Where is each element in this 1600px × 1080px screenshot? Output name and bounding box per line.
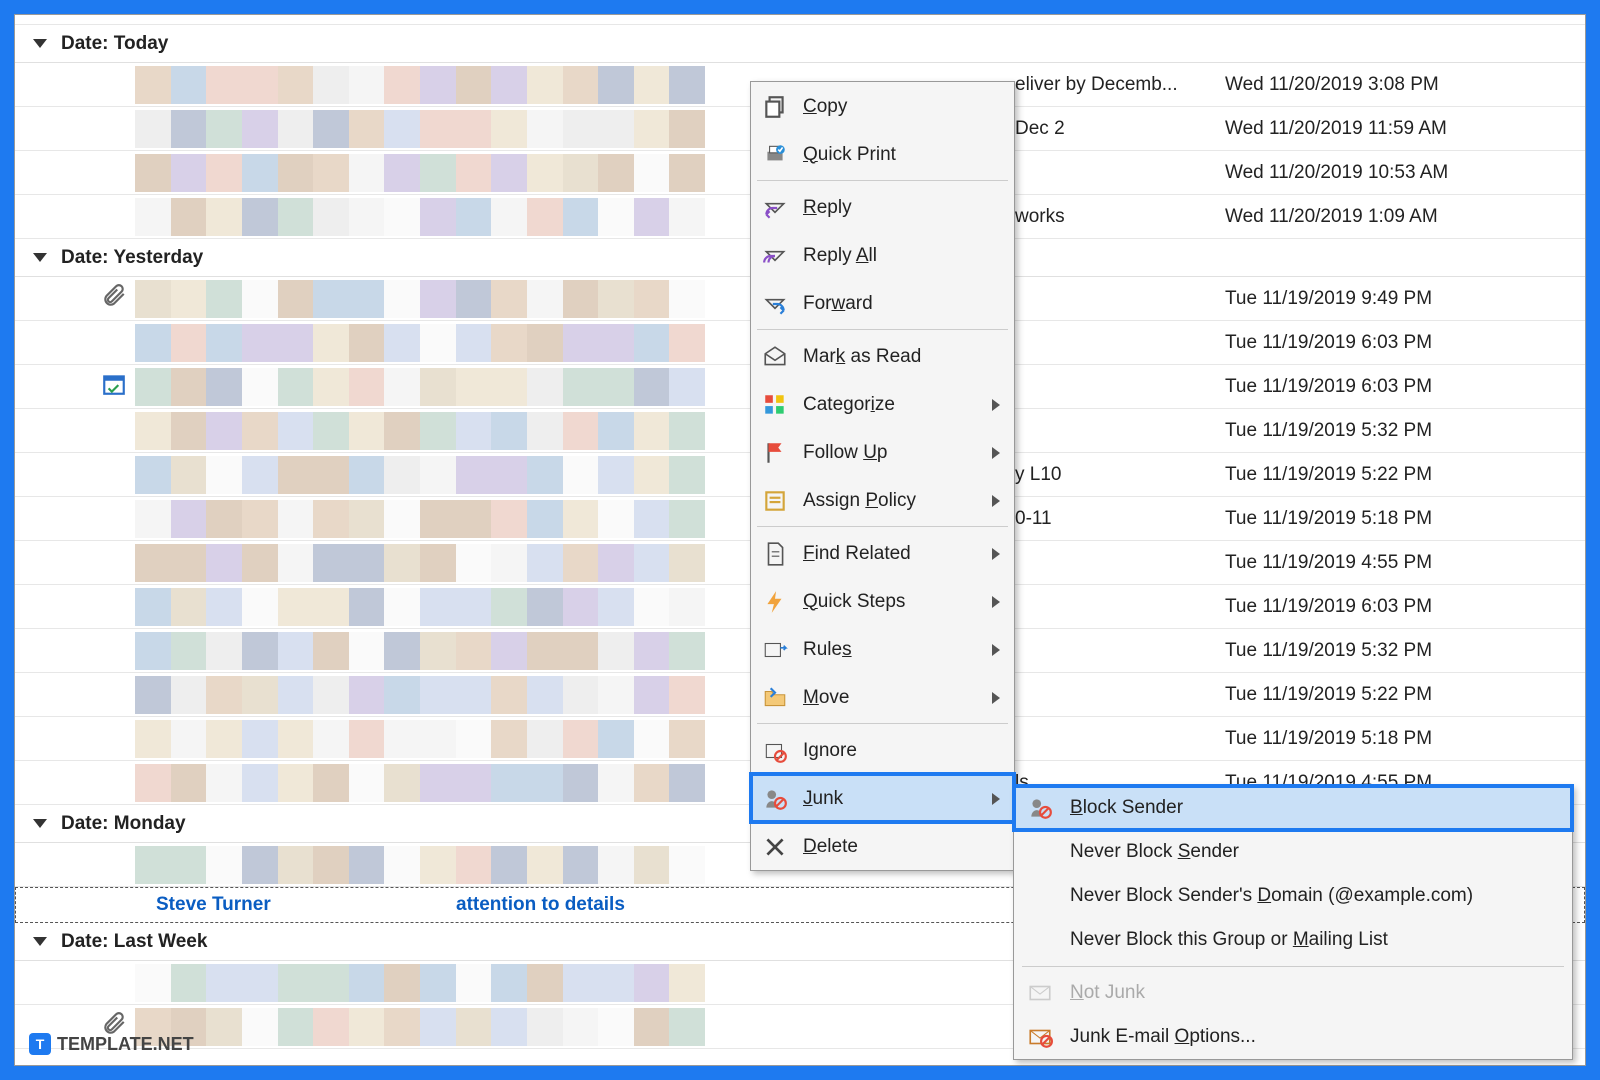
mail-subject: attention to details (456, 894, 625, 916)
mail-date: Tue 11/19/2019 5:22 PM (1225, 464, 1432, 486)
menu-forward[interactable]: Forward (751, 279, 1014, 327)
move-folder-icon (761, 684, 789, 712)
collapse-icon[interactable] (33, 819, 47, 828)
lightning-icon (761, 588, 789, 616)
categorize-icon (761, 391, 789, 419)
forward-icon (761, 290, 789, 318)
menu-assign-policy[interactable]: Assign Policy (751, 476, 1014, 524)
menu-categorize[interactable]: Categorize (751, 380, 1014, 428)
mail-date: Tue 11/19/2019 4:55 PM (1225, 552, 1432, 574)
junk-submenu: Block Sender Never Block Sender Never Bl… (1013, 785, 1573, 1060)
annotation-arrow (1145, 825, 1171, 851)
junk-options-icon (1026, 1023, 1054, 1051)
mail-subject: y L10 (1015, 464, 1061, 486)
ignore-icon (761, 737, 789, 765)
menu-junk[interactable]: Junk (751, 774, 1014, 822)
menu-quick-steps[interactable]: Quick Steps (751, 577, 1014, 625)
group-label: Date: Monday (61, 813, 186, 835)
mail-date: Wed 11/20/2019 3:08 PM (1225, 74, 1439, 96)
menu-reply[interactable]: Reply (751, 183, 1014, 231)
delete-icon (761, 833, 789, 861)
menu-reply-all[interactable]: Reply All (751, 231, 1014, 279)
menu-mark-read[interactable]: Mark as Read (751, 332, 1014, 380)
collapse-icon[interactable] (33, 39, 47, 48)
mail-date: Tue 11/19/2019 6:03 PM (1225, 376, 1432, 398)
menu-find-related[interactable]: Find Related (751, 529, 1014, 577)
menu-rules[interactable]: Rules (751, 625, 1014, 673)
mail-date: Tue 11/19/2019 6:03 PM (1225, 596, 1432, 618)
attachment-icon (101, 283, 127, 315)
mail-date: Tue 11/19/2019 5:18 PM (1225, 728, 1432, 750)
outlook-mail-list: Date: Today eliver by Decemb... Wed 11/20… (14, 14, 1586, 1066)
submenu-never-block-sender[interactable]: Never Block Sender (1014, 830, 1572, 874)
submenu-never-block-group[interactable]: Never Block this Group or Mailing List (1014, 918, 1572, 962)
watermark-text: TEMPLATE.NET (57, 1034, 194, 1055)
not-junk-icon (1026, 979, 1054, 1007)
collapse-icon[interactable] (33, 937, 47, 946)
mail-date: Tue 11/19/2019 6:03 PM (1225, 332, 1432, 354)
mail-subject: eliver by Decemb... (1015, 74, 1178, 96)
policy-icon (761, 487, 789, 515)
annotation-arrow (575, 805, 601, 831)
envelope-open-icon (761, 343, 789, 371)
calendar-icon (101, 371, 127, 403)
mail-subject: 0-11 (1015, 508, 1052, 530)
mail-date: Tue 11/19/2019 5:32 PM (1225, 420, 1432, 442)
menu-quick-print[interactable]: Quick Print (751, 130, 1014, 178)
mail-date: Wed 11/20/2019 1:09 AM (1225, 206, 1438, 228)
sender-name: Steve Turner (156, 894, 456, 916)
mail-date: Tue 11/19/2019 5:22 PM (1225, 684, 1432, 706)
mail-date: Tue 11/19/2019 5:18 PM (1225, 508, 1432, 530)
group-label: Date: Last Week (61, 931, 207, 953)
flag-icon (761, 439, 789, 467)
printer-icon (761, 141, 789, 169)
group-label: Date: Yesterday (61, 247, 203, 269)
group-label: Date: Today (61, 33, 168, 55)
collapse-icon[interactable] (33, 253, 47, 262)
reply-all-icon (761, 242, 789, 270)
submenu-block-sender[interactable]: Block Sender (1014, 786, 1572, 830)
submenu-not-junk: Not Junk (1014, 971, 1572, 1015)
menu-follow-up[interactable]: Follow Up (751, 428, 1014, 476)
mail-subject: works (1015, 206, 1065, 228)
document-icon (761, 540, 789, 568)
submenu-junk-options[interactable]: Junk E-mail Options... (1014, 1015, 1572, 1059)
watermark: T TEMPLATE.NET (29, 1033, 194, 1055)
reply-icon (761, 194, 789, 222)
column-header-strip (15, 15, 1585, 25)
mail-date: Tue 11/19/2019 5:32 PM (1225, 640, 1432, 662)
copy-icon (761, 93, 789, 121)
rules-icon (761, 636, 789, 664)
menu-delete[interactable]: Delete (751, 822, 1014, 870)
mail-date: Wed 11/20/2019 11:59 AM (1225, 118, 1447, 140)
mail-subject: Dec 2 (1015, 118, 1065, 140)
menu-ignore[interactable]: Ignore (751, 726, 1014, 774)
group-today[interactable]: Date: Today (15, 25, 1585, 63)
menu-move[interactable]: Move (751, 673, 1014, 721)
mail-date: Tue 11/19/2019 9:49 PM (1225, 288, 1432, 310)
junk-icon (761, 785, 789, 813)
template-logo-icon: T (29, 1033, 51, 1055)
block-sender-icon (1026, 794, 1054, 822)
mail-date: Wed 11/20/2019 10:53 AM (1225, 162, 1448, 184)
menu-copy[interactable]: Copy (751, 82, 1014, 130)
context-menu: Copy Quick Print Reply Reply All Forward… (750, 81, 1015, 871)
submenu-never-block-domain[interactable]: Never Block Sender's Domain (@example.co… (1014, 874, 1572, 918)
